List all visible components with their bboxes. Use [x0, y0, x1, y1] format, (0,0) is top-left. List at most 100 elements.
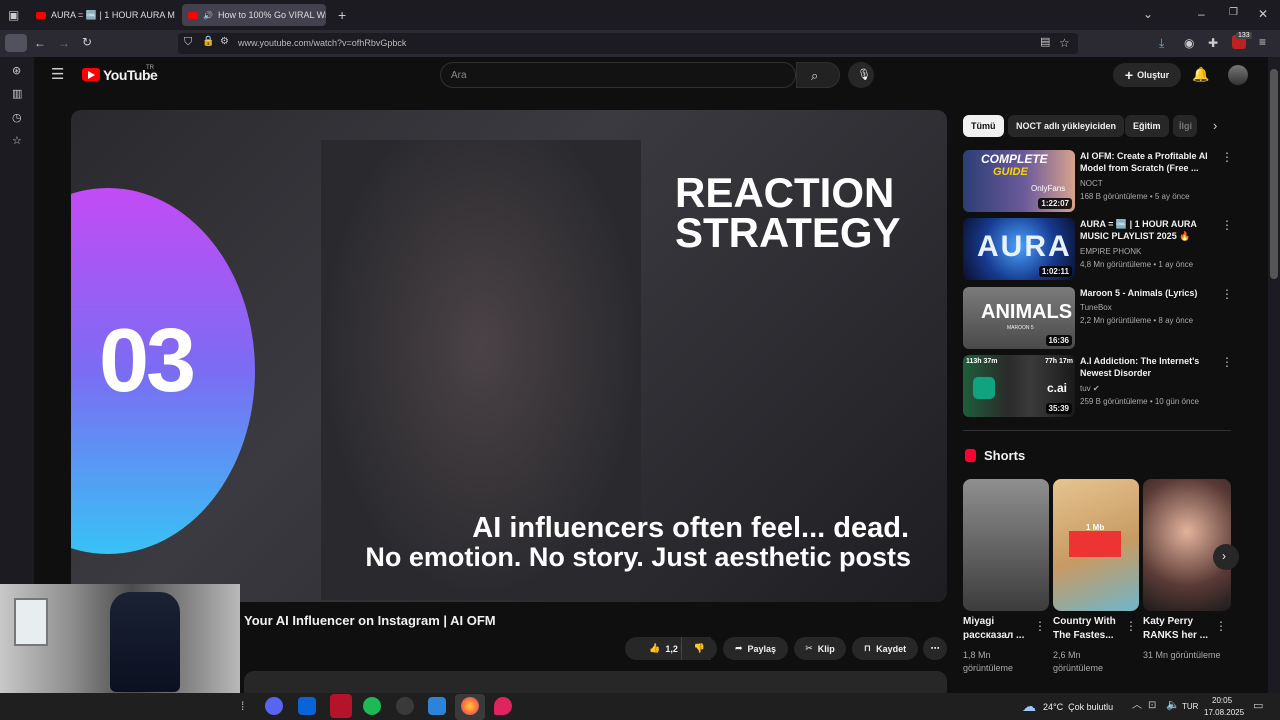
hamburger-menu-icon[interactable]: ☰	[51, 67, 64, 82]
language-indicator[interactable]: TUR	[1182, 702, 1198, 711]
menu-icon[interactable]: ≡	[1259, 36, 1266, 48]
recommendation-title[interactable]: AI OFM: Create a Profitable AI Model fro…	[1080, 150, 1215, 174]
channel-row[interactable]: tuv ✔	[1080, 384, 1100, 393]
search-input[interactable]: Ara	[440, 62, 796, 88]
window-close-icon[interactable]: ✕	[1258, 8, 1268, 20]
permissions-icon[interactable]: ⚙	[220, 37, 229, 47]
map-pin-app-icon[interactable]	[494, 697, 512, 715]
channel-name[interactable]: tuv	[1080, 384, 1091, 393]
chip-next-chevron-icon[interactable]: ›	[1213, 119, 1217, 132]
tab-active-video[interactable]: 🔊 How to 100% Go VIRAL Wi… ✕	[182, 4, 326, 26]
weather-text[interactable]: 24°C Çok bulutlu	[1043, 702, 1113, 712]
duration-badge: 1:02:11	[1038, 266, 1072, 277]
file-explorer-icon[interactable]	[428, 697, 446, 715]
thumbnail[interactable]: 113h 37m 77h 17m c.ai 35:39	[963, 355, 1075, 417]
tab-list-icon[interactable]: ⌄	[1143, 8, 1153, 20]
create-button[interactable]: + Oluştur	[1113, 63, 1181, 87]
recommendation-item[interactable]: ANIMALS MAROON 5 16:36 Maroon 5 - Animal…	[963, 287, 1233, 349]
dislike-button[interactable]: 👎	[681, 637, 717, 660]
synced-tabs-icon[interactable]: ▥	[12, 89, 22, 100]
reload-icon[interactable]: ↻	[82, 36, 92, 48]
thumbnail[interactable]: COMPLETE GUIDE OnlyFans 1:22:07	[963, 150, 1075, 212]
chip-uploader[interactable]: NOCT adlı yükleyiciden	[1008, 115, 1125, 137]
tab-aura[interactable]: AURA = 🆒 | 1 HOUR AURA M… ✕	[30, 4, 176, 26]
history-icon[interactable]: ◷	[12, 113, 22, 124]
recommendation-title[interactable]: Maroon 5 - Animals (Lyrics)	[1080, 287, 1215, 299]
search-button[interactable]: ⌕	[796, 62, 840, 88]
short-thumbnail[interactable]: 1 Mb	[1053, 479, 1139, 611]
bookmarks-icon[interactable]: ☆	[12, 136, 22, 147]
short-views: 1,8 Mn görüntüleme	[963, 650, 1014, 673]
minimize-icon[interactable]: –	[1198, 8, 1205, 20]
spotify-icon[interactable]	[363, 697, 381, 715]
notifications-icon[interactable]: ▭	[1253, 701, 1263, 712]
thumbnail[interactable]: AURA 1:02:11	[963, 218, 1075, 280]
clip-label: Klip	[817, 643, 835, 654]
short-thumbnail[interactable]	[963, 479, 1049, 611]
discord-icon[interactable]	[265, 697, 283, 715]
restore-icon[interactable]: ❐	[1229, 8, 1238, 18]
scrollbar-thumb[interactable]	[1270, 69, 1278, 279]
thumbnail[interactable]: ANIMALS MAROON 5 16:36	[963, 287, 1075, 349]
short-title[interactable]: Katy Perry RANKS her ...	[1143, 615, 1217, 643]
sidebar-toggle-icon[interactable]	[5, 34, 27, 52]
speaker-icon[interactable]: 🔊	[203, 11, 213, 20]
recommendation-item[interactable]: 113h 37m 77h 17m c.ai 35:39 A.I Addictio…	[963, 355, 1233, 417]
short-title[interactable]: Country With The Fastes...	[1053, 615, 1127, 643]
recommendation-title[interactable]: A.I Addiction: The Internet's Newest Dis…	[1080, 355, 1215, 379]
more-vert-icon[interactable]: ⋮	[1215, 620, 1227, 632]
chip-all[interactable]: Tümü	[963, 115, 1004, 137]
tab-title: How to 100% Go VIRAL Wi…	[217, 10, 326, 20]
opera-icon[interactable]	[330, 694, 352, 718]
weather-cloud-icon[interactable]: ☁	[1022, 699, 1036, 713]
more-vert-icon[interactable]: ⋮	[1221, 218, 1233, 232]
steam-icon[interactable]	[396, 697, 414, 715]
forward-icon[interactable]: →	[58, 37, 70, 49]
video-player[interactable]: 03 REACTION STRATEGY AI influencers ofte…	[71, 110, 947, 602]
ai-chatbot-icon[interactable]: ⊛	[12, 66, 21, 77]
recommendation-title[interactable]: AURA = 🆒 | 1 HOUR AURA MUSIC PLAYLIST 20…	[1080, 218, 1215, 242]
chip-education[interactable]: Eğitim	[1125, 115, 1169, 137]
extensions-icon[interactable]: ✚	[1208, 37, 1218, 49]
firefox-icon[interactable]	[461, 697, 479, 715]
channel-name[interactable]: TuneBox	[1080, 303, 1112, 312]
tray-chevron-icon[interactable]: ︿	[1132, 701, 1142, 711]
recommendation-item[interactable]: AURA 1:02:11 AURA = 🆒 | 1 HOUR AURA MUSI…	[963, 218, 1233, 280]
recommendation-item[interactable]: COMPLETE GUIDE OnlyFans 1:22:07 AI OFM: …	[963, 150, 1233, 212]
more-vert-icon[interactable]: ⋮	[1221, 150, 1233, 164]
more-actions-button[interactable]: ⋯	[923, 637, 947, 660]
scrollbar[interactable]	[1268, 57, 1280, 693]
short-thumbnail[interactable]	[1143, 479, 1231, 611]
chip-related[interactable]: İlgi	[1173, 115, 1197, 137]
shorts-next-button[interactable]: ›	[1213, 544, 1239, 570]
more-vert-icon[interactable]: ⋮	[1221, 287, 1233, 301]
url-text[interactable]: www.youtube.com/watch?v=ofhRbvGpbck	[238, 38, 406, 48]
more-vert-icon[interactable]: ⋮	[1034, 620, 1046, 632]
new-tab-button[interactable]: +	[338, 8, 346, 22]
voice-search-button[interactable]: 🎙	[848, 62, 874, 88]
download-icon[interactable]: ⤓	[1159, 37, 1164, 49]
share-button[interactable]: ➦ Paylaş	[723, 637, 788, 660]
clip-button[interactable]: ✂ Klip	[794, 637, 846, 660]
network-icon[interactable]: ⊡	[1148, 701, 1156, 711]
clock-time[interactable]: 20:05	[1212, 696, 1232, 705]
lock-icon[interactable]: 🔒	[202, 37, 214, 47]
short-title[interactable]: Miyagi рассказал ...	[963, 615, 1037, 643]
outlook-icon[interactable]	[298, 697, 316, 715]
channel-name[interactable]: EMPIRE PHONK	[1080, 247, 1141, 256]
account-icon[interactable]: ◉	[1184, 37, 1194, 49]
shield-icon[interactable]: ⛉	[184, 37, 192, 48]
bookmark-star-icon[interactable]: ☆	[1059, 37, 1070, 49]
tab-overview-icon[interactable]: ▣	[8, 9, 19, 21]
description-box[interactable]	[244, 671, 947, 693]
screenshot-icon[interactable]: ▤	[1040, 37, 1050, 48]
avatar[interactable]	[1228, 65, 1248, 85]
volume-icon[interactable]: 🔈	[1166, 700, 1180, 711]
channel-name[interactable]: NOCT	[1080, 179, 1103, 188]
notifications-bell-icon[interactable]: 🔔	[1192, 67, 1209, 81]
more-vert-icon[interactable]: ⋮	[1221, 355, 1233, 369]
clock-date[interactable]: 17.08.2025	[1204, 708, 1244, 717]
save-button[interactable]: ⊓ Kaydet	[852, 637, 918, 660]
more-vert-icon[interactable]: ⋮	[1125, 620, 1137, 632]
back-icon[interactable]: ←	[34, 37, 46, 49]
